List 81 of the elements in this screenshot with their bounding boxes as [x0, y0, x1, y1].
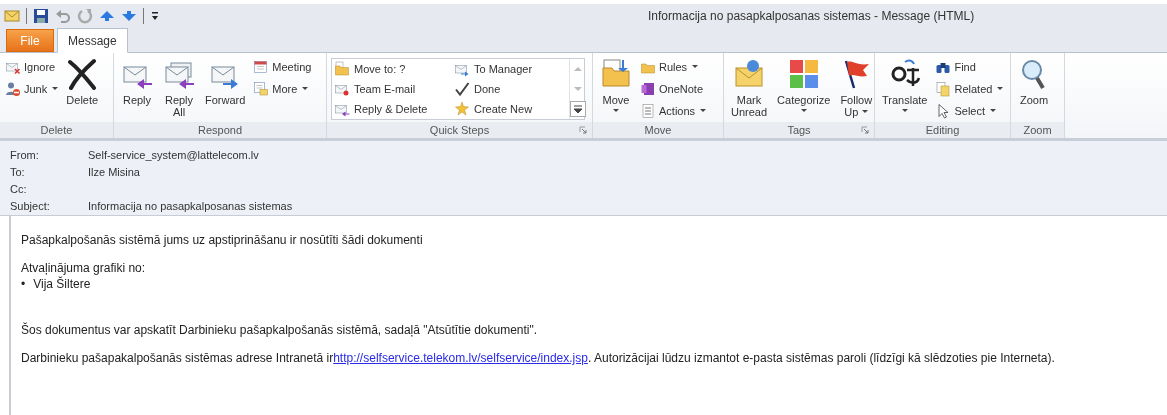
- expand-icon[interactable]: [570, 101, 586, 117]
- message-text: Darbinieku pašapakalpošanās sistēmas adrese Intranetā irhttp://selfservice.telekom.lv/selfservice/index.jsp. Autorizācijai lūdzu izmantot e-pasta sistēmas paroli (līdzīgi kā slēdzoties pie Interneta).: [21, 350, 1056, 366]
- group-label: Editing: [925, 124, 960, 136]
- documents-icon: [935, 81, 952, 97]
- caret-icon: [700, 109, 707, 113]
- ribbon-button[interactable]: Categorize: [774, 56, 834, 115]
- cross-icon: [66, 58, 99, 90]
- ribbon-button[interactable]: Move: [597, 56, 635, 115]
- envelope-icon: [733, 58, 766, 90]
- field-value: Ilze Misina: [88, 165, 140, 178]
- folder-icon: [600, 58, 632, 90]
- quick-step[interactable]: Done: [454, 79, 569, 99]
- check-icon: [454, 81, 470, 97]
- message-text: Pašapkalpošanās sistēmā jums uz apstiprināšanu ir nosūtīti šādi dokumenti: [21, 232, 424, 248]
- ribbon-button[interactable]: Delete: [63, 56, 102, 108]
- ribbon-button[interactable]: Forward: [202, 56, 249, 108]
- ribbon-button[interactable]: Select: [934, 100, 1005, 122]
- field-value: Self-service_system@lattelecom.lv: [88, 148, 259, 161]
- ribbon-button[interactable]: Rules: [639, 56, 708, 78]
- category-squares-icon: [787, 58, 820, 90]
- dialog-launcher-icon[interactable]: [861, 126, 869, 134]
- window-title: Informacija no pasapkalposanas sistemas - Message (HTML): [648, 9, 975, 23]
- ribbon-button[interactable]: Follow Up: [837, 56, 876, 120]
- ribbon-button[interactable]: Find: [934, 56, 1005, 78]
- down-arrow-icon[interactable]: [121, 8, 137, 24]
- link[interactable]: http://selfservice.telekom.lv/selfservice/index.jsp: [333, 351, 588, 365]
- quick-step[interactable]: To Manager: [454, 59, 569, 79]
- ribbon-button[interactable]: OneNote: [639, 78, 708, 100]
- field-label: Subject:: [10, 199, 51, 212]
- group-label: Tags: [787, 124, 811, 136]
- caret-icon: [302, 87, 309, 91]
- quick-step[interactable]: Team E-mail: [334, 79, 454, 99]
- up-arrow-icon[interactable]: [99, 8, 115, 24]
- field-value: Informacija no pasapkalposanas sistemas: [88, 199, 293, 212]
- bullet: •: [21, 276, 26, 292]
- field-label: From:: [10, 148, 40, 161]
- quick-step[interactable]: Reply & Delete: [334, 99, 454, 119]
- caret-icon: [862, 110, 869, 114]
- caret-icon: [52, 87, 59, 91]
- field-label: Cc:: [10, 182, 28, 195]
- caret-icon: [990, 109, 997, 113]
- sparkle-icon: [454, 101, 470, 117]
- ribbon-button[interactable]: More: [252, 78, 313, 100]
- calendar-icon: [253, 59, 270, 75]
- ribbon-button[interactable]: Reply: [118, 56, 156, 108]
- caret-icon: [997, 87, 1004, 91]
- save-icon[interactable]: [33, 8, 49, 24]
- message-text: Atvaļinājuma grafiki no:: [21, 260, 147, 276]
- group-label: Move: [644, 124, 672, 136]
- caret-icon: [692, 65, 699, 69]
- group-label: Quick Steps: [429, 124, 490, 136]
- envelope-icon[interactable]: [4, 8, 20, 24]
- ribbon-button[interactable]: Ignore: [4, 56, 60, 78]
- document-icon: [640, 103, 656, 119]
- group-label: Delete: [40, 124, 73, 136]
- ribbon-button[interactable]: Mark Unread: [728, 56, 771, 120]
- list-item: Vija Šiltere: [33, 276, 91, 292]
- ribbon-button[interactable]: Zoom: [1015, 56, 1053, 108]
- notebook-icon: [640, 81, 656, 97]
- caret-icon: [901, 109, 908, 113]
- redo-icon[interactable]: [77, 8, 93, 24]
- quick-step[interactable]: Move to: ?: [334, 59, 454, 79]
- field-label: To:: [10, 165, 26, 178]
- quick-step[interactable]: Create New: [454, 99, 569, 119]
- ribbon-button[interactable]: Actions: [639, 100, 708, 122]
- group-label: Respond: [197, 124, 242, 136]
- person-icon: [5, 81, 21, 97]
- ribbon-button[interactable]: Reply All: [160, 56, 198, 120]
- folder-icon: [334, 61, 350, 77]
- ribbon-button[interactable]: Translate: [879, 56, 931, 115]
- caret-icon: [800, 109, 807, 113]
- ribbon-button[interactable]: Meeting: [252, 56, 313, 78]
- ribbon-button[interactable]: Junk: [4, 78, 60, 100]
- calendar-icon: [253, 81, 270, 97]
- group-label: Zoom: [1023, 124, 1052, 136]
- caret-icon: [613, 109, 619, 113]
- message-text: Šos dokumentus var apskatīt Darbinieku pašapkalpošanās sistēmā, sadaļā "Atsūtītie dokumenti".: [21, 322, 539, 338]
- undo-icon[interactable]: [55, 8, 71, 24]
- dialog-launcher-icon[interactable]: [579, 126, 587, 134]
- ribbon-tab[interactable]: Message: [57, 28, 128, 53]
- ribbon-button[interactable]: Related: [934, 78, 1005, 100]
